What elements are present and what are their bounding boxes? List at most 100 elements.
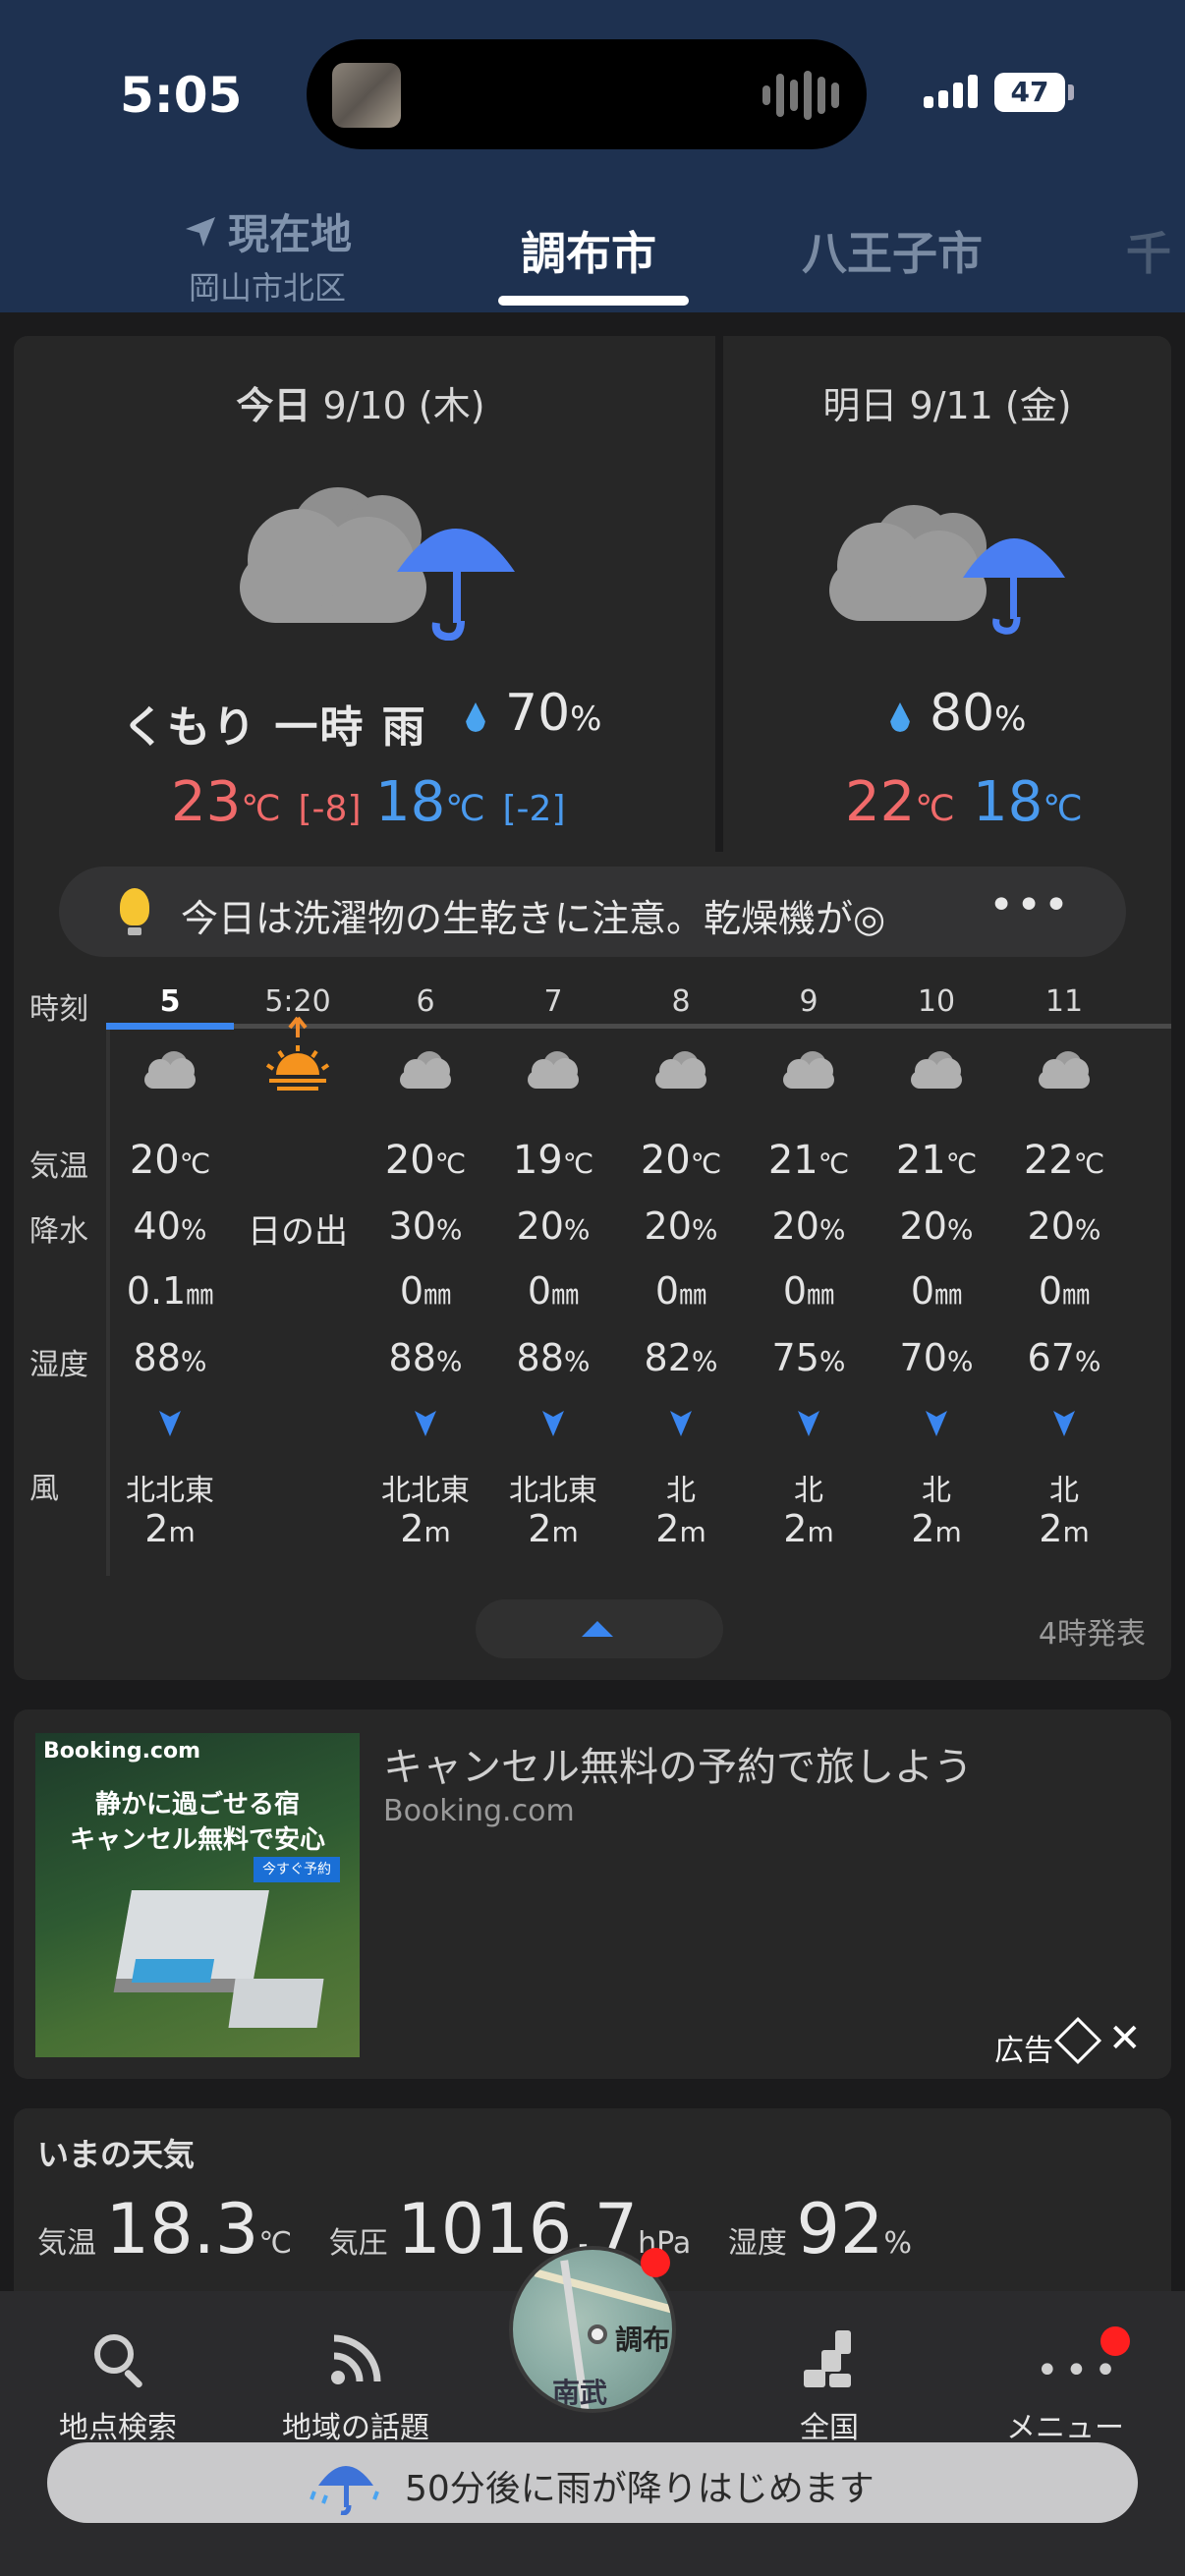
more-options-button[interactable]: ••• [988, 880, 1071, 930]
wind-direction-icon [540, 1409, 566, 1442]
rain-alert-banner[interactable]: 50分後に雨が降りはじめます [47, 2442, 1138, 2523]
hour-temp: 20℃ [384, 1138, 467, 1183]
tomorrow-high-temp: 22℃ [845, 770, 955, 834]
hour-time: 6 [416, 984, 435, 1019]
current-weather-title: いまの天気 [37, 2136, 196, 2173]
cloudy-with-rain-icon [829, 505, 1065, 635]
hour-rain-probability: 40% [133, 1204, 207, 1248]
today-precip-probability: 70% [466, 684, 601, 743]
today-high-temp: 23℃ [-8] [171, 770, 362, 834]
now-temp-unit: ℃ [258, 2226, 293, 2261]
ad-image-cta[interactable]: 今すぐ予約 [254, 1857, 340, 1882]
ad-card[interactable]: Booking.com 静かに過ごせる宿 キャンセル無料で安心 今すぐ予約 キャ… [14, 1709, 1171, 2079]
radar-area-label: 南武 [552, 2377, 608, 2409]
active-tab-indicator [498, 296, 689, 306]
rain-alert-text: 50分後に雨が降りはじめます [405, 2469, 875, 2509]
hour-precip-amount: 0㎜ [1038, 1269, 1091, 1313]
umbrella-rain-icon [310, 2466, 379, 2515]
advice-text: 今日は洗濯物の生乾きに注意。乾燥機が◎ [181, 897, 886, 940]
radar-city-label: 調布 [615, 2324, 671, 2356]
hour-rain-probability: 20% [1027, 1204, 1101, 1248]
tab-chofu[interactable]: 調布市 [521, 218, 656, 283]
hour-time: 11 [1044, 984, 1084, 1019]
hour-precip-amount: 0㎜ [654, 1269, 707, 1313]
ad-image-pool [131, 1959, 215, 1983]
hour-rain-probability: 20% [644, 1204, 718, 1248]
hour-temp: 20℃ [129, 1138, 211, 1183]
tomorrow-date: 明日 9/11 (金) [822, 384, 1072, 427]
hour-wind-direction: 北 [666, 1474, 696, 1508]
hour-wind-speed: 2m [528, 1507, 579, 1550]
current-weather-values: 気温 18.3℃ 気圧 1016.7hPa 湿度 92% [37, 2189, 939, 2269]
hour-temp: 22℃ [1023, 1138, 1105, 1183]
forecast-card: 今日 9/10 (木) くもり 一時 雨 70% 23℃ [-8] 18℃ [-… [14, 336, 1171, 1680]
ad-source: Booking.com [383, 1794, 575, 1828]
hour-time: 7 [543, 984, 563, 1019]
close-icon[interactable]: ✕ [1108, 2016, 1142, 2061]
battery-tip [1068, 84, 1074, 100]
hour-time: 9 [799, 984, 818, 1019]
row-label-temp: 気温 [29, 1149, 88, 1184]
ad-image-brand: Booking.com [43, 1739, 201, 1764]
tab-current-location[interactable]: 現在地 岡山市北区 [183, 201, 352, 308]
raindrop-icon [890, 702, 910, 732]
tomorrow-forecast[interactable]: 明日 9/11 (金) 80% 22℃ 18℃ [715, 336, 1171, 852]
hour-time: 8 [671, 984, 691, 1019]
radar-notification-badge [641, 2248, 670, 2277]
advice-banner[interactable]: 今日は洗濯物の生乾きに注意。乾燥機が◎ ••• [59, 867, 1126, 957]
hour-wind-speed: 2m [783, 1507, 834, 1550]
notification-badge [1100, 2326, 1130, 2356]
ad-label: 広告 [994, 2034, 1053, 2068]
cloudy-with-rain-icon [240, 487, 515, 641]
ad-image-cottage [228, 1979, 324, 2028]
nav-menu-label: メニュー [1006, 2411, 1124, 2445]
collapse-button[interactable] [476, 1599, 723, 1658]
cloud-icon [649, 1047, 712, 1094]
row-label-humidity: 湿度 [29, 1348, 88, 1382]
hour-temp: 21℃ [767, 1138, 850, 1183]
ad-info-icon[interactable] [1053, 2016, 1102, 2065]
cloud-icon [777, 1047, 840, 1094]
row-label-rain: 降水 [29, 1214, 88, 1249]
dynamic-island[interactable] [307, 39, 867, 149]
hourly-current-indicator [106, 1023, 234, 1030]
more-dots-icon: ••• [1036, 2348, 1123, 2393]
audio-waveform-icon [762, 71, 839, 120]
wind-direction-icon [796, 1409, 821, 1442]
tomorrow-precip-probability: 80% [890, 684, 1026, 743]
search-icon [88, 2330, 147, 2389]
today-forecast[interactable]: 今日 9/10 (木) くもり 一時 雨 70% 23℃ [-8] 18℃ [-… [14, 336, 707, 852]
hour-rain-probability: 30% [388, 1204, 463, 1248]
ad-image[interactable]: Booking.com 静かに過ごせる宿 キャンセル無料で安心 今すぐ予約 [35, 1733, 360, 2057]
hour-humidity: 67% [1027, 1336, 1101, 1379]
hour-humidity: 88% [388, 1336, 463, 1379]
lightbulb-icon [120, 888, 149, 935]
ad-title[interactable]: キャンセル無料の予約で旅しよう [383, 1735, 973, 1792]
ad-image-headline: 静かに過ごせる宿 [94, 1790, 300, 1820]
hour-wind-speed: 2m [144, 1507, 196, 1550]
japan-map-icon [800, 2330, 859, 2389]
app-header: 5:05 47 現在地 岡山市北区 調布市 八王子市 千 [0, 0, 1185, 312]
sunrise-icon [263, 1014, 332, 1112]
hour-wind-direction: 北北東 [509, 1474, 597, 1508]
hour-rain-probability: 20% [771, 1204, 846, 1248]
nav-search-label: 地点検索 [59, 2411, 177, 2445]
hour-humidity: 88% [133, 1336, 207, 1379]
hour-humidity: 82% [644, 1336, 718, 1379]
hour-time: 10 [917, 984, 956, 1019]
cloud-icon [905, 1047, 968, 1094]
sunrise-label: 日の出 [248, 1212, 348, 1252]
tab-next-location[interactable]: 千 [1126, 218, 1171, 283]
now-playing-artwork [332, 63, 401, 128]
nav-topics-label: 地域の話題 [282, 2411, 429, 2445]
wind-direction-icon [413, 1409, 438, 1442]
row-label-wind: 風 [29, 1472, 59, 1506]
tab-current-location-subtitle: 岡山市北区 [189, 269, 347, 307]
hour-precip-amount: 0㎜ [910, 1269, 963, 1313]
tab-hachioji[interactable]: 八王子市 [802, 218, 983, 283]
hour-wind-direction: 北北東 [126, 1474, 214, 1508]
hour-precip-amount: 0㎜ [527, 1269, 580, 1313]
hour-wind-speed: 2m [1039, 1507, 1090, 1550]
hour-precip-amount: 0㎜ [399, 1269, 452, 1313]
hour-humidity: 88% [516, 1336, 591, 1379]
